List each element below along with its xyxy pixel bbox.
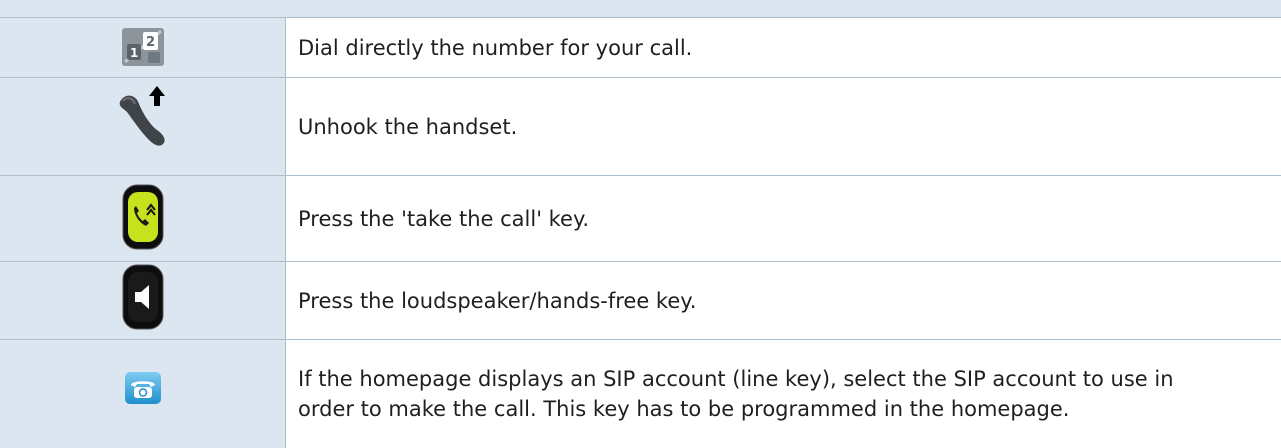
- svg-text:2: 2: [146, 35, 155, 50]
- table-row: Unhook the handset.: [0, 78, 1281, 176]
- instruction-text-cell: Press the loudspeaker/hands-free key.: [286, 262, 1281, 339]
- instruction-text-cell: Dial directly the number for your call.: [286, 18, 1281, 77]
- instruction-text: If the homepage displays an SIP account …: [298, 367, 1174, 421]
- instruction-text: Press the loudspeaker/hands-free key.: [298, 288, 697, 313]
- table-row: 1 2 Dial directly the number for your ca…: [0, 18, 1281, 78]
- table-row: Press the loudspeaker/hands-free key.: [0, 262, 1281, 340]
- take-call-key-icon: [122, 184, 163, 250]
- instruction-text: Unhook the handset.: [298, 114, 518, 139]
- sip-line-key-icon: [124, 372, 161, 404]
- table-row: If the homepage displays an SIP account …: [0, 340, 1281, 448]
- icon-cell: [0, 176, 286, 261]
- instruction-text-cell: If the homepage displays an SIP account …: [286, 340, 1281, 448]
- keypad-icon: 1 2: [121, 28, 164, 66]
- handset-unhook-icon: [119, 86, 165, 146]
- table-row: Press the 'take the call' key.: [0, 176, 1281, 262]
- instructions-table: 1 2 Dial directly the number for your ca…: [0, 18, 1281, 448]
- icon-cell: 1 2: [0, 18, 286, 77]
- instruction-text: Press the 'take the call' key.: [298, 206, 590, 231]
- table-header-strip: [0, 0, 1281, 18]
- instruction-text-cell: Press the 'take the call' key.: [286, 176, 1281, 261]
- instruction-text-cell: Unhook the handset.: [286, 78, 1281, 175]
- icon-cell: [0, 78, 286, 175]
- instruction-text: Dial directly the number for your call.: [298, 35, 693, 60]
- icon-cell: [0, 340, 286, 448]
- loudspeaker-key-icon: [122, 264, 163, 330]
- svg-text:1: 1: [130, 46, 138, 60]
- icon-cell: [0, 262, 286, 339]
